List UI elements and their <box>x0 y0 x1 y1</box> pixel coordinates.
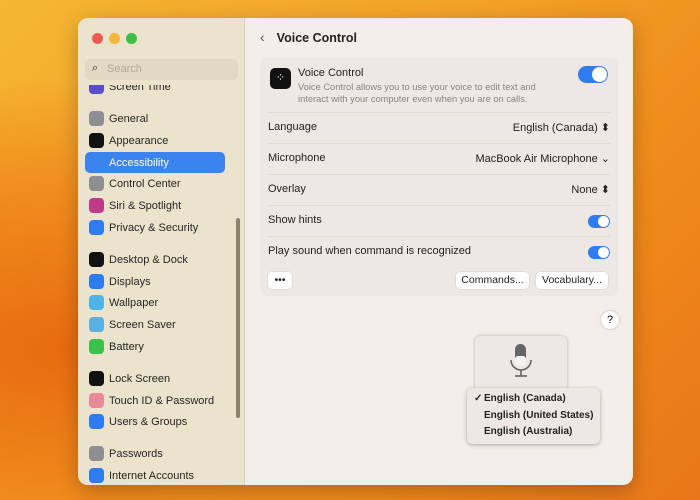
sidebar-scrollbar[interactable] <box>236 218 240 418</box>
dock-icon <box>89 252 104 267</box>
row-toggle[interactable] <box>588 215 610 228</box>
page-title: Voice Control <box>276 31 358 45</box>
sidebar-item-label: Battery <box>109 340 144 353</box>
settings-window: ⌕ Search Screen Time General Appearance Acce… <box>78 18 633 485</box>
sidebar-item-label: Siri & Spotlight <box>109 199 182 212</box>
setting-row-overlay: Overlay None ⬍ <box>268 174 610 205</box>
hourglass-icon <box>89 85 104 94</box>
hand-icon <box>89 220 104 235</box>
sidebar-item-label: Internet Accounts <box>109 469 194 482</box>
main-pane: ‹ Voice Control ⁘ Voice Control Voice Con… <box>245 18 633 485</box>
row-label: Microphone <box>268 152 326 164</box>
screen-saver-icon <box>89 317 104 332</box>
sidebar-item-label: Screen Saver <box>109 318 176 331</box>
sidebar-item-label: Passwords <box>109 447 163 460</box>
sidebar-item-appearance[interactable]: Appearance <box>85 130 225 151</box>
checkmark-icon: ✓ <box>474 393 483 404</box>
sidebar-item-wallpaper[interactable]: Wallpaper <box>85 292 225 313</box>
search-input[interactable]: ⌕ Search <box>85 59 238 80</box>
sidebar-item-privacy-security[interactable]: Privacy & Security <box>85 217 225 238</box>
users-icon <box>89 414 104 429</box>
sidebar-item-desktop-dock[interactable]: Desktop & Dock <box>85 249 225 270</box>
row-value-popup[interactable]: MacBook Air Microphone ⌄ <box>475 152 610 165</box>
at-icon <box>89 468 104 483</box>
sidebar-item-label: Wallpaper <box>109 296 159 309</box>
sun-icon <box>89 274 104 289</box>
lock-icon <box>89 371 104 386</box>
voice-control-card: ⁘ Voice Control Voice Control allows you… <box>260 58 618 296</box>
voice-control-title: Voice Control <box>298 67 364 79</box>
row-toggle[interactable] <box>588 246 610 259</box>
voice-control-description: Voice Control allows you to use your voi… <box>298 82 536 104</box>
sidebar-item-control-center[interactable]: Control Center <box>85 173 225 194</box>
battery-icon <box>89 339 104 354</box>
row-value-popup[interactable]: None ⬍ <box>571 183 610 196</box>
sidebar-item-label: Lock Screen <box>109 372 171 385</box>
setting-row-language: Language English (Canada) ⬍ <box>268 112 610 143</box>
row-label: Overlay <box>268 183 306 195</box>
help-button[interactable]: ? <box>601 311 619 329</box>
sidebar-item-label: Desktop & Dock <box>109 253 188 266</box>
sidebar-item-accessibility[interactable]: Accessibility <box>85 152 225 173</box>
sidebar-item-users-groups[interactable]: Users & Groups <box>85 411 225 432</box>
control-center-icon <box>89 176 104 191</box>
sidebar-item-label: Screen Time <box>109 80 171 93</box>
close-button[interactable] <box>92 33 103 44</box>
back-button[interactable]: ‹ <box>260 29 265 45</box>
microphone-icon <box>510 344 532 377</box>
row-label: Play sound when command is recognized <box>268 245 472 257</box>
sidebar-item-label: Accessibility <box>109 156 169 169</box>
sidebar-item-label: Displays <box>109 275 151 288</box>
language-menu: ✓ English (Canada) English (United States)… <box>467 388 600 444</box>
row-label: Show hints <box>268 214 322 226</box>
vocabulary-button[interactable]: Vocabulary... <box>536 272 608 289</box>
voice-control-icon: ⁘ <box>270 68 291 89</box>
setting-row-show-hints: Show hints <box>268 205 610 236</box>
language-option[interactable]: English (Australia) <box>467 426 600 443</box>
minimize-button[interactable] <box>109 33 120 44</box>
setting-row-microphone: Microphone MacBook Air Microphone ⌄ <box>268 143 610 174</box>
voice-control-toggle[interactable] <box>578 66 608 83</box>
appearance-icon <box>89 133 104 148</box>
language-option[interactable]: ✓ English (Canada) <box>467 393 600 410</box>
sidebar-item-screen-saver[interactable]: Screen Saver <box>85 314 225 335</box>
setting-row-play-sound: Play sound when command is recognized <box>268 236 610 267</box>
sidebar-item-label: Touch ID & Password <box>109 394 215 407</box>
sidebar: ⌕ Search Screen Time General Appearance Acce… <box>78 18 245 485</box>
sidebar-item-label: General <box>109 112 149 125</box>
microphone-indicator <box>475 336 567 392</box>
flower-icon <box>89 295 104 310</box>
sidebar-item-internet-accounts[interactable]: Internet Accounts <box>85 465 225 485</box>
fingerprint-icon <box>89 393 104 408</box>
row-value-popup[interactable]: English (Canada) ⬍ <box>513 121 610 134</box>
sidebar-item-label: Privacy & Security <box>109 221 199 234</box>
sidebar-item-siri-spotlight[interactable]: Siri & Spotlight <box>85 195 225 216</box>
zoom-button[interactable] <box>126 33 137 44</box>
sidebar-item-passwords[interactable]: Passwords <box>85 443 225 464</box>
key-icon <box>89 446 104 461</box>
sidebar-item-touch-id-password[interactable]: Touch ID & Password <box>85 390 225 411</box>
search-icon: ⌕ <box>92 62 99 74</box>
sidebar-item-label: Users & Groups <box>109 415 188 428</box>
gear-icon <box>89 111 104 126</box>
accessibility-icon <box>89 155 104 170</box>
sidebar-item-battery[interactable]: Battery <box>85 336 225 357</box>
language-option[interactable]: English (United States) <box>467 410 600 427</box>
sidebar-item-label: Appearance <box>109 134 169 147</box>
sidebar-item-displays[interactable]: Displays <box>85 271 225 292</box>
sidebar-item-lock-screen[interactable]: Lock Screen <box>85 368 225 389</box>
more-button[interactable]: ••• <box>268 272 292 289</box>
commands-button[interactable]: Commands... <box>456 272 529 289</box>
siri-icon <box>89 198 104 213</box>
sidebar-item-label: Control Center <box>109 177 181 190</box>
row-label: Language <box>268 121 317 133</box>
sidebar-item-general[interactable]: General <box>85 108 225 129</box>
